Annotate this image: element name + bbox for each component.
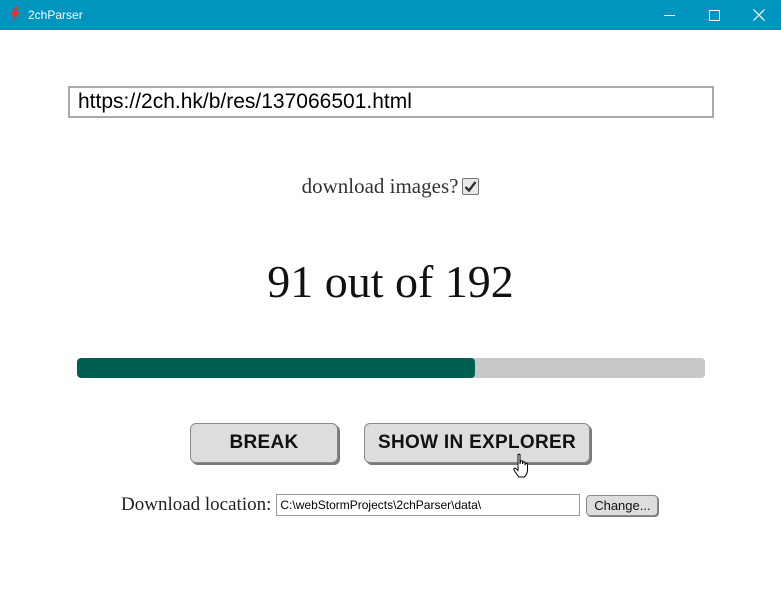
- progress-counter: 91 out of 192: [0, 252, 781, 312]
- download-images-label: download images?: [301, 174, 459, 198]
- download-location-label: Download location:: [121, 494, 272, 515]
- lightning-icon: [9, 6, 21, 22]
- download-images-row: download images?: [0, 172, 781, 200]
- change-location-button[interactable]: Change...: [586, 494, 659, 516]
- minimize-icon: [663, 14, 675, 16]
- progress-total: 192: [444, 256, 514, 307]
- close-icon: [753, 9, 765, 21]
- close-button[interactable]: [736, 0, 781, 30]
- url-input[interactable]: [68, 86, 714, 118]
- window-title: 2chParser: [28, 8, 83, 22]
- checkmark-icon: [465, 180, 477, 193]
- progress-bar: [77, 358, 705, 378]
- title-bar[interactable]: 2chParser: [0, 0, 781, 30]
- show-in-explorer-button[interactable]: SHOW IN EXPLORER: [364, 423, 590, 463]
- break-button[interactable]: BREAK: [190, 423, 338, 463]
- progress-separator: out of: [313, 256, 445, 307]
- download-location-row: Download location: Change...: [121, 493, 659, 517]
- download-location-input[interactable]: [276, 494, 581, 516]
- progress-bar-fill: [77, 358, 476, 378]
- download-images-checkbox[interactable]: [462, 177, 480, 195]
- maximize-button[interactable]: [691, 0, 737, 30]
- maximize-icon: [708, 9, 720, 21]
- progress-current: 91: [267, 256, 314, 307]
- hand-cursor-icon: [513, 453, 528, 478]
- minimize-button[interactable]: [646, 0, 692, 30]
